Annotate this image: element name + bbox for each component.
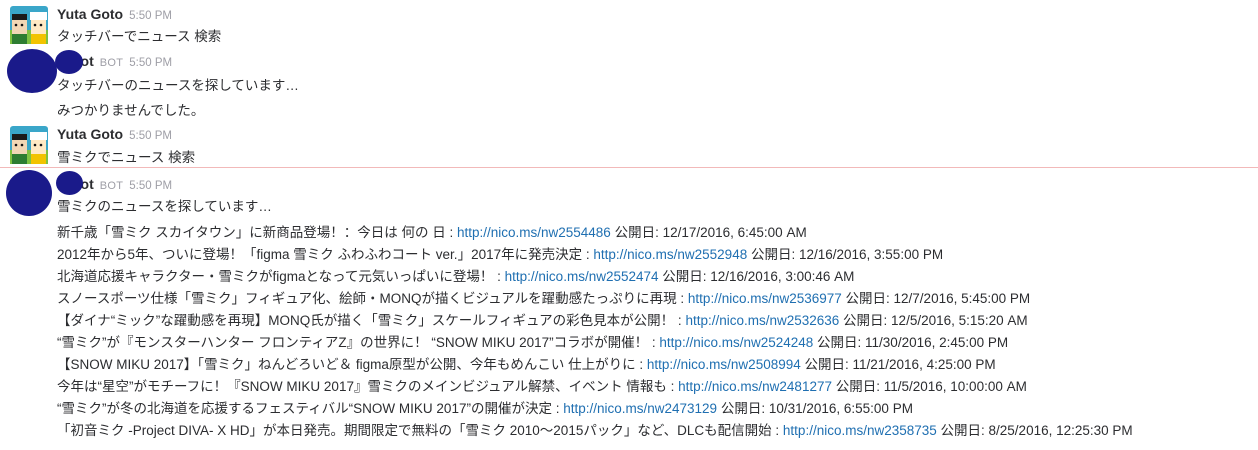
news-title: “雪ミク”が冬の北海道を応援するフェスティバル“SNOW MIKU 2017”の… xyxy=(57,401,564,416)
news-date: 公開日: 11/5/2016, 10:00:00 AM xyxy=(831,379,1027,394)
news-title: 「初音ミク -Project DIVA- X HD」が本日発売。期間限定で無料の… xyxy=(57,423,783,438)
news-title: 【SNOW MIKU 2017】「雪ミク」ねんどろいど＆ figma原型が公開、… xyxy=(57,357,647,372)
news-link[interactable]: http://nico.ms/nw2536977 xyxy=(688,291,842,306)
news-result: “雪ミク”が冬の北海道を応援するフェスティバル“SNOW MIKU 2017”の… xyxy=(57,397,913,417)
news-result: “雪ミク”が『モンスターハンター フロンティアZ』の世界に！ “SNOW MIK… xyxy=(57,331,1008,351)
cartoon-avatar-icon[interactable] xyxy=(10,6,48,44)
news-link[interactable]: http://nico.ms/nw2552474 xyxy=(505,269,659,284)
news-result: スノースポーツ仕様「雪ミク」フィギュア化、絵師・MONQが描くビジュアルを躍動感… xyxy=(57,287,1030,307)
timestamp[interactable]: 5:50 PM xyxy=(129,180,172,192)
news-title: スノースポーツ仕様「雪ミク」フィギュア化、絵師・MONQが描くビジュアルを躍動感… xyxy=(57,291,688,306)
news-title: 【ダイナ“ミック”な躍動感を再現】MONQ氏が描く「雪ミク」スケールフィギュアの… xyxy=(57,313,686,328)
news-date: 公開日: 12/17/2016, 6:45:00 AM xyxy=(610,225,807,240)
timestamp[interactable]: 5:50 PM xyxy=(129,130,172,142)
news-title: 2012年から5年、ついに登場！「figma 雪ミク ふわふわコート ver.」… xyxy=(57,247,594,262)
news-result: 「初音ミク -Project DIVA- X HD」が本日発売。期間限定で無料の… xyxy=(57,419,1133,439)
message-yuta-1: Yuta Goto 5:50 PM タッチバーでニュース 検索 xyxy=(0,0,1258,46)
redacted-avatar xyxy=(7,49,57,93)
news-title: “雪ミク”が『モンスターハンター フロンティアZ』の世界に！ “SNOW MIK… xyxy=(57,335,660,350)
news-date: 公開日: 11/21/2016, 4:25:00 PM xyxy=(800,357,996,372)
message-text: タッチバーのニュースを探しています… xyxy=(57,78,299,93)
news-link[interactable]: http://nico.ms/nw2554486 xyxy=(457,225,611,240)
message-yuta-2: Yuta Goto 5:50 PM 雪ミクでニュース 検索 xyxy=(0,124,1258,167)
message-text: みつかりませんでした。 xyxy=(57,103,205,118)
redacted-name xyxy=(55,50,83,74)
sender-name[interactable]: Yuta Goto xyxy=(57,6,123,22)
redacted-name xyxy=(56,171,83,195)
cartoon-avatar-icon[interactable] xyxy=(10,126,48,164)
news-date: 公開日: 12/5/2016, 5:15:20 AM xyxy=(839,313,1028,328)
message-text: タッチバーでニュース 検索 xyxy=(57,29,222,44)
timestamp[interactable]: 5:50 PM xyxy=(129,10,172,22)
timestamp[interactable]: 5:50 PM xyxy=(129,57,172,69)
news-date: 公開日: 12/16/2016, 3:00:46 AM xyxy=(658,269,855,284)
news-link[interactable]: http://nico.ms/nw2473129 xyxy=(563,401,717,416)
news-link[interactable]: http://nico.ms/nw2508994 xyxy=(647,357,801,372)
news-title: 新千歳「雪ミク スカイタウン」に新商品登場！：今日は 何の 日 : xyxy=(57,225,457,240)
news-result: 北海道応援キャラクター・雪ミクがfigmaとなって元気いっぱいに登場！ : ht… xyxy=(57,265,854,285)
news-link[interactable]: http://nico.ms/nw2524248 xyxy=(659,335,813,350)
news-link[interactable]: http://nico.ms/nw2552948 xyxy=(593,247,747,262)
message-bot-1: botBOT5:50 PM タッチバーのニュースを探しています… みつかりません… xyxy=(0,46,1258,124)
news-result: 今年は“星空”がモチーフに！『SNOW MIKU 2017』雪ミクのメインビジュ… xyxy=(57,375,1027,395)
news-result: 【ダイナ“ミック”な躍動感を再現】MONQ氏が描く「雪ミク」スケールフィギュアの… xyxy=(57,309,1028,329)
news-result: 【SNOW MIKU 2017】「雪ミク」ねんどろいど＆ figma原型が公開、… xyxy=(57,353,996,373)
message-text: 雪ミクのニュースを探しています… xyxy=(57,199,272,214)
bot-badge: BOT xyxy=(99,57,124,69)
news-link[interactable]: http://nico.ms/nw2358735 xyxy=(783,423,937,438)
news-result: 2012年から5年、ついに登場！「figma 雪ミク ふわふわコート ver.」… xyxy=(57,243,943,263)
news-date: 公開日: 12/7/2016, 5:45:00 PM xyxy=(841,291,1031,306)
message-text: 雪ミクでニュース 検索 xyxy=(57,150,196,165)
sender-name[interactable]: Yuta Goto xyxy=(57,126,123,142)
news-date: 公開日: 10/31/2016, 6:55:00 PM xyxy=(717,401,913,416)
news-title: 北海道応援キャラクター・雪ミクがfigmaとなって元気いっぱいに登場！ : xyxy=(57,269,505,284)
news-date: 公開日: 11/30/2016, 2:45:00 PM xyxy=(813,335,1009,350)
news-result: 新千歳「雪ミク スカイタウン」に新商品登場！：今日は 何の 日 : http:/… xyxy=(57,221,807,241)
news-title: 今年は“星空”がモチーフに！『SNOW MIKU 2017』雪ミクのメインビジュ… xyxy=(57,379,679,394)
news-link[interactable]: http://nico.ms/nw2481277 xyxy=(678,379,832,394)
message-bot-2: botBOT5:50 PM 雪ミクのニュースを探しています… 新千歳「雪ミク ス… xyxy=(0,168,1258,450)
redacted-avatar xyxy=(6,170,52,216)
news-link[interactable]: http://nico.ms/nw2532636 xyxy=(685,313,839,328)
bot-badge: BOT xyxy=(99,180,124,192)
news-date: 公開日: 8/25/2016, 12:25:30 PM xyxy=(936,423,1133,438)
news-date: 公開日: 12/16/2016, 3:55:00 PM xyxy=(747,247,944,262)
